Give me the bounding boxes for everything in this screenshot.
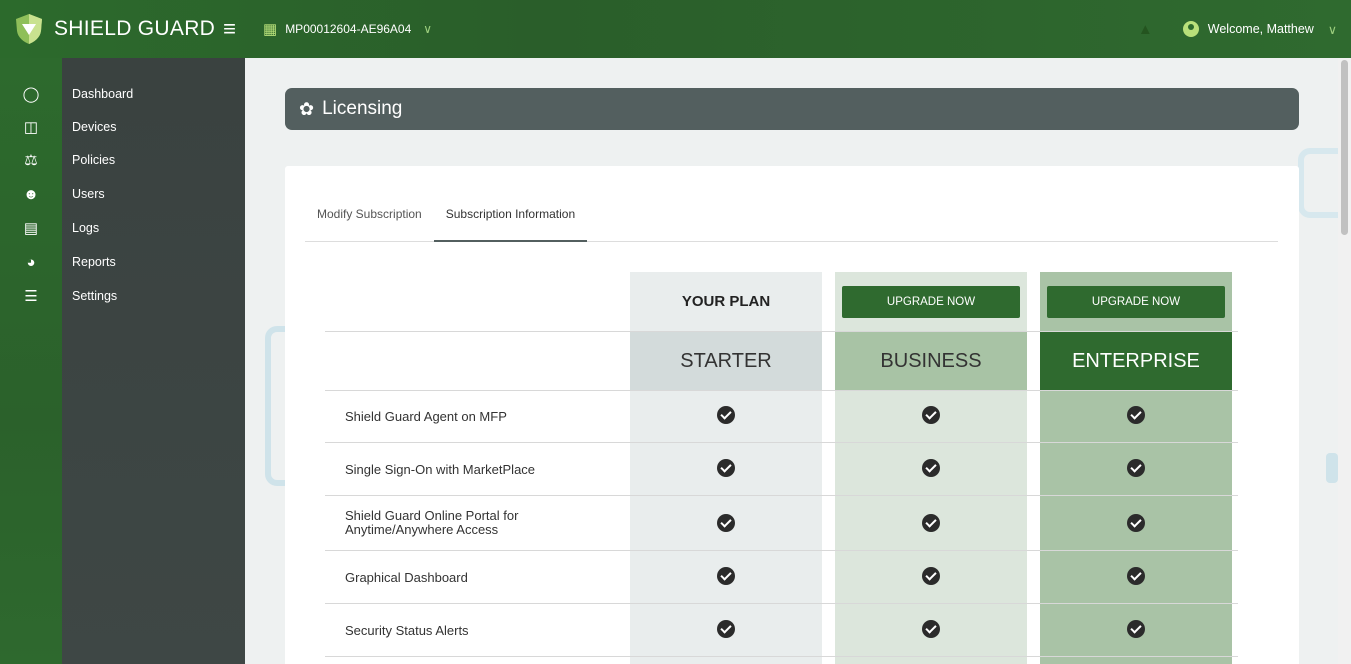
brand: SHIELD GUARD ≡ [0,0,245,58]
sidebar-item-dashboard[interactable]: ◯ Dashboard [0,77,245,111]
reports-icon: ◕ [26,253,36,271]
plan-name-enterprise: ENTERPRISE [1040,332,1232,390]
row-divider [325,550,1238,551]
scrollbar-thumb[interactable] [1341,60,1348,235]
sidebar-item-devices[interactable]: ◫ Devices [0,110,245,144]
user-menu[interactable]: Welcome, Matthew ∨ [1182,21,1337,37]
chevron-down-icon: ∨ [423,22,433,36]
welcome-text: Welcome, Matthew [1207,22,1314,36]
check-icon [1127,620,1145,638]
upgrade-enterprise-button[interactable]: UPGRADE NOW [1047,286,1225,318]
policies-icon: ⚖ [24,152,38,169]
sidebar-item-label: Devices [72,120,117,134]
page-header: ✿ Licensing [285,88,1299,130]
devices-icon: ◫ [23,119,39,136]
row-divider [325,495,1238,496]
check-icon [1127,459,1145,477]
sidebar-item-label: Policies [72,153,116,167]
check-icon [717,620,735,638]
feature-label: Shield Guard Online Portal for Anytime/A… [345,508,519,537]
device-selector[interactable]: ▦ MP00012604-AE96A04 ∨ [263,20,432,38]
check-icon [1127,514,1145,532]
shield-logo-icon [16,14,42,44]
check-icon [922,620,940,638]
user-avatar-icon [1182,21,1199,37]
your-plan-label: YOUR PLAN [681,293,771,310]
main-content: ✿ Licensing Modify Subscription Subscrip… [245,58,1338,664]
plan-name-business: BUSINESS [835,332,1027,390]
row-divider [325,656,1238,657]
check-icon [717,567,735,585]
settings-icon: ☰ [24,288,38,305]
sidebar-item-label: Settings [72,289,118,303]
check-icon [922,459,940,477]
background-decoration [1298,148,1338,218]
sidebar-item-policies[interactable]: ⚖ Policies [0,143,245,177]
row-divider [325,603,1238,604]
licensing-card: Modify Subscription Subscription Informa… [285,166,1299,664]
sidebar-item-label: Logs [72,221,100,235]
tab-modify-subscription[interactable]: Modify Subscription [305,206,434,242]
sidebar-item-label: Reports [72,255,116,269]
device-id: MP00012604-AE96A04 [285,22,412,36]
hamburger-menu-icon[interactable]: ≡ [223,16,236,42]
app-title: SHIELD GUARD [54,17,216,40]
sidebar-item-label: Users [72,187,105,201]
background-decoration [1326,453,1338,483]
check-icon [922,514,940,532]
check-icon [1127,406,1145,424]
row-divider [325,390,1238,391]
plan-name-starter: STARTER [630,332,822,390]
page-scrollbar[interactable] [1338,58,1351,664]
sidebar-item-users[interactable]: ☻ Users [0,177,245,211]
sidebar-item-label: Dashboard [72,87,134,101]
page-title: Licensing [322,98,403,119]
sidebar-item-logs[interactable]: ▤ Logs [0,211,245,245]
check-icon [717,406,735,424]
check-icon [922,567,940,585]
tab-bar: Modify Subscription Subscription Informa… [305,206,1278,242]
upgrade-business-button[interactable]: UPGRADE NOW [842,286,1020,318]
feature-label: Shield Guard Agent on MFP [345,409,507,424]
check-icon [1127,567,1145,585]
dashboard-icon: ◯ [22,86,40,103]
row-divider [325,442,1238,443]
feature-label: Security Status Alerts [345,623,469,638]
building-icon: ▦ [263,21,278,38]
check-icon [922,406,940,424]
award-icon: ✿ [299,98,315,119]
feature-label: Graphical Dashboard [345,570,468,585]
tab-subscription-information[interactable]: Subscription Information [433,206,588,242]
top-bar: SHIELD GUARD ≡ ▦ MP00012604-AE96A04 ∨ ▲ … [0,0,1351,58]
check-icon [717,514,735,532]
bell-icon[interactable]: ▲ [1138,21,1153,38]
logs-icon: ▤ [23,220,39,237]
sidebar-item-reports[interactable]: ◕ Reports [0,245,245,279]
chevron-down-icon: ∨ [1327,22,1337,37]
users-icon: ☻ [23,185,39,203]
check-icon [717,459,735,477]
sidebar-item-settings[interactable]: ☰ Settings [0,279,245,313]
feature-label: Single Sign-On with MarketPlace [345,462,536,477]
